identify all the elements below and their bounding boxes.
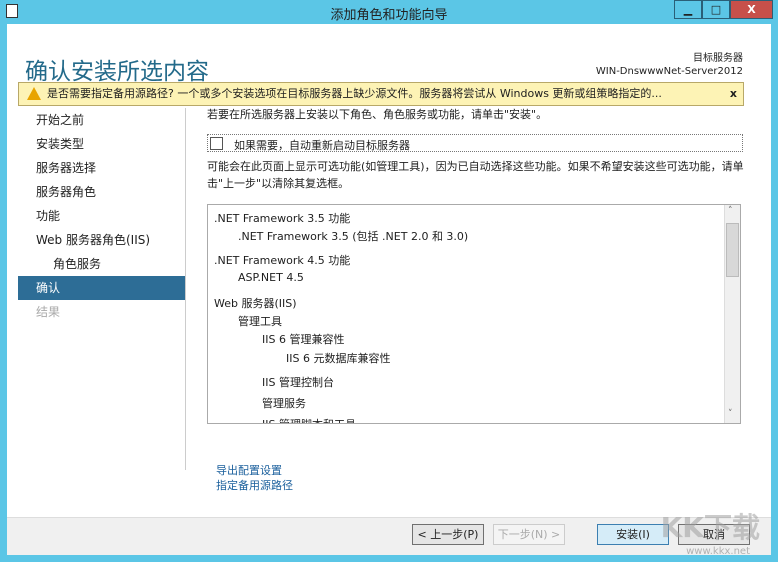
sidebar-item-results: 结果 <box>36 305 61 319</box>
restart-label[interactable]: 如果需要，自动重新启动目标服务器 <box>234 137 410 153</box>
maximize-button[interactable]: □ <box>702 0 730 19</box>
scroll-up-icon[interactable]: ˄ <box>728 206 733 216</box>
install-button[interactable]: 安装(I) <box>597 524 669 545</box>
warning-close-icon[interactable]: x <box>730 83 737 105</box>
list-item: .NET Framework 3.5 功能 <box>214 212 351 225</box>
close-button[interactable]: X <box>730 0 773 19</box>
list-item: IIS 管理脚本和工具 <box>262 416 356 423</box>
title-bar: 添加角色和功能向导 ▁ □ X <box>0 0 778 24</box>
watermark-url: www.kkx.net <box>686 546 750 557</box>
list-item: ASP.NET 4.5 <box>238 271 304 284</box>
sidebar-nav: 开始之前 安装类型 服务器选择 服务器角色 功能 Web 服务器角色(IIS) … <box>18 108 185 324</box>
list-item: .NET Framework 4.5 功能 <box>214 254 351 267</box>
scroll-down-icon[interactable]: ˅ <box>728 409 733 419</box>
links: 导出配置设置 指定备用源路径 <box>216 463 293 493</box>
divider <box>185 108 186 470</box>
selection-list: .NET Framework 3.5 功能 .NET Framework 3.5… <box>207 204 741 424</box>
scrollbar-thumb[interactable] <box>726 223 739 277</box>
list-item: .NET Framework 3.5 (包括 .NET 2.0 和 3.0) <box>238 230 469 243</box>
target-server: 目标服务器 WIN-DnswwwNet-Server2012 <box>596 52 743 78</box>
sidebar-item-confirmation[interactable]: 确认 <box>18 276 185 300</box>
sidebar-item-web-server-role[interactable]: Web 服务器角色(IIS) <box>18 228 185 252</box>
sidebar-item-server-selection[interactable]: 服务器选择 <box>18 156 185 180</box>
list-item: 管理服务 <box>262 397 306 410</box>
warning-icon <box>27 87 41 100</box>
page-title: 确认安装所选内容 <box>25 59 209 85</box>
list-item: IIS 6 管理兼容性 <box>262 333 345 346</box>
list-item: Web 服务器(IIS) <box>214 297 297 310</box>
restart-checkbox[interactable] <box>210 137 223 150</box>
intro-text: 若要在所选服务器上安装以下角色、角色服务或功能，请单击"安装"。 <box>207 108 548 121</box>
scrollbar[interactable]: ˄ ˅ <box>724 205 740 423</box>
sidebar-item-before-you-begin[interactable]: 开始之前 <box>18 108 185 132</box>
list-item: IIS 6 元数据库兼容性 <box>286 352 391 365</box>
window-title: 添加角色和功能向导 <box>330 8 448 23</box>
sidebar-item-role-services[interactable]: 角色服务 <box>18 252 185 276</box>
target-server-name: WIN-DnswwwNet-Server2012 <box>595 66 743 77</box>
sidebar-item-server-roles[interactable]: 服务器角色 <box>18 180 185 204</box>
next-button: 下一步(N) > <box>493 524 565 545</box>
sidebar-item-features[interactable]: 功能 <box>18 204 185 228</box>
restart-checkbox-row[interactable]: 如果需要，自动重新启动目标服务器 <box>207 134 743 152</box>
target-label: 目标服务器 <box>693 53 743 64</box>
watermark-logo: KK下载 <box>660 511 760 544</box>
alt-source-link[interactable]: 指定备用源路径 <box>216 478 293 493</box>
optional-features-note: 可能会在此页面上显示可选功能(如管理工具)，因为已自动选择这些功能。如果不希望安… <box>207 160 744 190</box>
sidebar-item-install-type[interactable]: 安装类型 <box>18 132 185 156</box>
previous-button[interactable]: < 上一步(P) <box>412 524 484 545</box>
list-item: 管理工具 <box>238 315 282 328</box>
list-item: IIS 管理控制台 <box>262 376 334 389</box>
warning-text[interactable]: 是否需要指定备用源路径? 一个或多个安装选项在目标服务器上缺少源文件。服务器将尝… <box>47 87 662 100</box>
export-config-link[interactable]: 导出配置设置 <box>216 463 293 478</box>
warning-banner[interactable]: 是否需要指定备用源路径? 一个或多个安装选项在目标服务器上缺少源文件。服务器将尝… <box>18 82 744 106</box>
minimize-button[interactable]: ▁ <box>674 0 702 19</box>
